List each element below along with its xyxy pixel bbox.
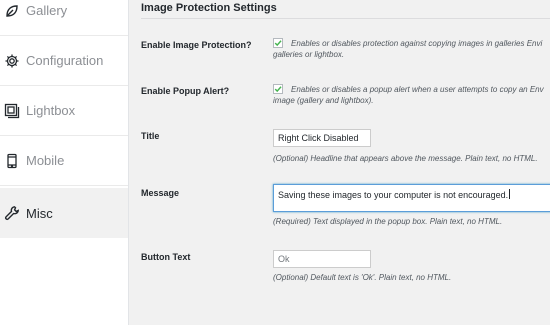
message-text: Saving these images to your computer is … <box>278 190 509 200</box>
button-text-input[interactable]: Ok <box>273 250 371 268</box>
settings-panel: Image Protection Settings Enable Image P… <box>129 0 550 325</box>
message-textarea[interactable]: Saving these images to your computer is … <box>273 184 550 212</box>
button-text-field-label: Button Text <box>141 252 191 262</box>
gear-icon <box>4 53 20 69</box>
sidebar-item-configuration[interactable]: Configuration <box>0 36 128 86</box>
popup-alert-label: Enable Popup Alert? <box>141 86 230 96</box>
sidebar-item-gallery[interactable]: Gallery <box>0 0 128 36</box>
sidebar-item-lightbox[interactable]: Lightbox <box>0 86 128 136</box>
image-protection-label: Enable Image Protection? <box>141 40 252 50</box>
section-title: Image Protection Settings <box>141 2 277 14</box>
text-caret <box>509 189 511 199</box>
sidebar: Gallery Configuration Lightbox Mobile Mi… <box>0 0 129 325</box>
image-protection-description: Enables or disables protection against c… <box>273 39 543 59</box>
sidebar-item-label: Mobile <box>26 153 65 168</box>
leaf-icon <box>4 3 20 19</box>
sidebar-item-label: Gallery <box>26 3 68 18</box>
message-field-label: Message <box>141 188 180 198</box>
button-text-field-description: (Optional) Default text is 'Ok'. Plain t… <box>273 273 452 282</box>
sidebar-item-misc[interactable]: Misc <box>0 188 128 238</box>
wrench-icon <box>4 205 20 221</box>
popup-alert-description: Enables or disables a popup alert when a… <box>273 85 544 105</box>
sidebar-item-mobile[interactable]: Mobile <box>0 136 128 186</box>
sidebar-item-label: Lightbox <box>26 103 76 118</box>
title-field-description: (Optional) Headline that appears above t… <box>273 154 538 163</box>
sidebar-item-label: Configuration <box>26 53 104 68</box>
message-field-description: (Required) Text displayed in the popup b… <box>273 217 503 226</box>
title-field-label: Title <box>141 131 160 141</box>
divider <box>141 18 550 19</box>
lightbox-icon <box>4 103 20 119</box>
sidebar-item-label: Misc <box>26 205 53 221</box>
title-input[interactable]: Right Click Disabled <box>273 129 371 147</box>
mobile-icon <box>4 153 20 169</box>
